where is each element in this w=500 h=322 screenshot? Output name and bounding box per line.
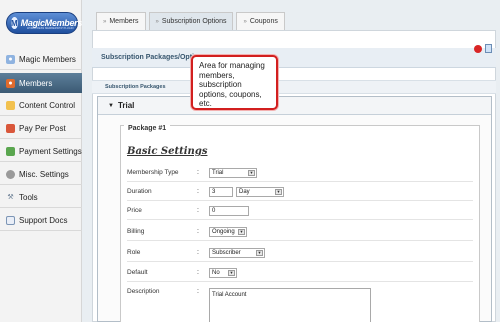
sidebar-item-label: Content Control [19, 101, 76, 110]
field-colon: : [197, 249, 199, 256]
tab-label: Subscription Options [161, 18, 227, 25]
sidebar-item-payment-settings[interactable]: Payment Settings [0, 142, 82, 162]
role-select[interactable]: Subscriber ▼ [209, 247, 265, 258]
select-value: Day [239, 188, 250, 195]
field-colon: : [197, 269, 199, 276]
content-icon [6, 101, 15, 110]
document-icon [6, 216, 15, 225]
duration-input[interactable]: 3 [209, 186, 233, 197]
field-row-description: Description : Trial Account [127, 284, 473, 322]
dropdown-arrow-icon: ▼ [228, 269, 235, 276]
field-row-default: Default : No ▼ [127, 264, 473, 282]
sidebar-item-misc-settings[interactable]: Misc. Settings [0, 165, 82, 185]
tab-coupons[interactable]: » Coupons [236, 12, 285, 30]
magicmembers-logo[interactable]: M MagicMembers WORDPRESS MEMBERSHIP PLUG… [6, 12, 82, 34]
annotation-callout: Area for managing members, subscription … [191, 55, 278, 110]
gear-icon [6, 170, 15, 179]
chevron-right-icon: » [155, 18, 159, 25]
logo-mark-icon: M [11, 17, 18, 29]
sidebar: M MagicMembers WORDPRESS MEMBERSHIP PLUG… [0, 0, 82, 322]
sidebar-item-pay-per-post[interactable]: Pay Per Post [0, 119, 82, 139]
field-row-role: Role : Subscriber ▼ [127, 244, 473, 262]
select-value: Subscriber [212, 249, 241, 256]
sidebar-item-tools[interactable]: ⚒ Tools [0, 188, 82, 208]
membership-type-select[interactable]: Trial ▼ [209, 167, 257, 178]
caret-down-icon: ▼ [108, 102, 114, 109]
description-textarea[interactable]: Trial Account [209, 288, 371, 322]
field-row-membership-type: Membership Type : Trial ▼ [127, 164, 473, 182]
sidebar-nav: ● Magic Members ● Members Content Contro… [0, 50, 82, 234]
sidebar-item-magic-members[interactable]: ● Magic Members [0, 50, 82, 70]
payment-icon [6, 147, 15, 156]
price-input[interactable]: 0 [209, 205, 249, 216]
dropdown-arrow-icon: ▼ [248, 169, 255, 176]
wrench-icon: ⚒ [7, 194, 14, 201]
field-label: Role [127, 249, 141, 256]
default-select[interactable]: No ▼ [209, 267, 237, 278]
field-colon: : [197, 207, 199, 214]
field-colon: : [197, 169, 199, 176]
tab-label: Members [109, 18, 139, 25]
sidebar-item-label: Pay Per Post [19, 124, 66, 133]
logo-subtext: WORDPRESS MEMBERSHIP PLUGIN [27, 27, 74, 30]
sidebar-item-label: Tools [19, 193, 38, 202]
tab-subscription-options[interactable]: » Subscription Options [148, 12, 234, 30]
field-colon: : [197, 228, 199, 235]
duration-unit-select[interactable]: Day ▼ [236, 186, 284, 197]
billing-select[interactable]: Ongoing ▼ [209, 226, 247, 237]
sidebar-item-support-docs[interactable]: Support Docs [0, 211, 82, 231]
dropdown-arrow-icon: ▼ [238, 228, 245, 235]
sidebar-item-label: Magic Members [19, 55, 76, 64]
chevron-right-icon: » [103, 18, 107, 25]
select-value: Trial [212, 169, 224, 176]
dropdown-arrow-icon: ▼ [275, 188, 282, 195]
sidebar-item-content-control[interactable]: Content Control [0, 96, 82, 116]
trial-toggle[interactable]: ▼ Trial [98, 97, 491, 115]
field-row-price: Price : 0 [127, 202, 473, 220]
chevron-right-icon: » [243, 18, 247, 25]
page-title: Subscription Packages/Options [92, 48, 496, 68]
sidebar-item-label: Misc. Settings [19, 170, 69, 179]
field-label: Default [127, 269, 148, 276]
user-icon: ● [6, 55, 15, 64]
field-row-duration: Duration : 3 Day ▼ [127, 183, 473, 201]
section-header: Subscription Packages [92, 80, 496, 94]
sidebar-item-label: Support Docs [19, 216, 68, 225]
basic-settings-heading: Basic Settings [127, 146, 208, 157]
tab-members[interactable]: » Members [96, 12, 146, 30]
field-colon: : [197, 288, 199, 295]
select-value: Ongoing [212, 228, 235, 235]
field-colon: : [197, 188, 199, 195]
field-row-billing: Billing : Ongoing ▼ [127, 223, 473, 241]
document-icon[interactable] [485, 44, 492, 53]
field-label: Membership Type [127, 169, 179, 176]
trial-label: Trial [117, 101, 135, 110]
pay-per-post-icon [6, 124, 15, 133]
top-tabs: » Members » Subscription Options » Coupo… [96, 12, 288, 30]
package-frame: ▼ Trial Package #1 Basic Settings Member… [97, 96, 492, 322]
field-label: Billing [127, 228, 145, 235]
help-icon[interactable] [474, 44, 482, 53]
dropdown-arrow-icon: ▼ [256, 249, 263, 256]
field-label: Price [127, 207, 142, 214]
field-label: Duration [127, 188, 152, 195]
sidebar-item-label: Payment Settings [19, 147, 82, 156]
package-box: Package #1 Basic Settings Membership Typ… [120, 125, 480, 322]
sidebar-item-label: Members [19, 78, 53, 88]
select-value: No [212, 269, 220, 276]
sidebar-item-members[interactable]: ● Members [0, 73, 82, 93]
package-legend: Package #1 [124, 125, 171, 132]
members-icon: ● [6, 78, 15, 88]
top-right-icons [474, 44, 492, 53]
tab-label: Coupons [249, 18, 278, 25]
field-label: Description [127, 288, 160, 295]
